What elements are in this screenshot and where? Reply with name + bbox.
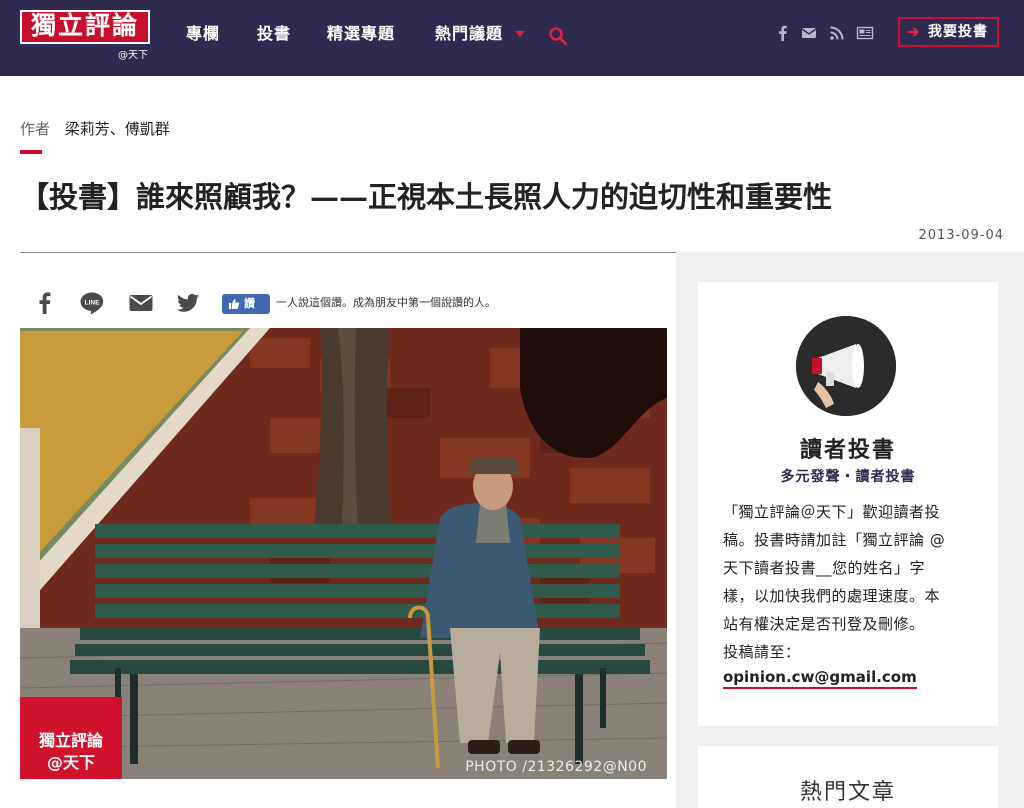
submit-article-label: 我要投書 [928, 24, 988, 40]
card-line: 樣，以加快我們的處理速度。本 [723, 587, 941, 605]
facebook-like-button[interactable]: 讚 [222, 294, 270, 314]
card-line: 站有權決定是否刊登及刪修。 [723, 615, 925, 633]
author-label: 作者 [20, 120, 51, 138]
nav-item-columns[interactable]: 專欄 [186, 22, 220, 46]
rss-icon[interactable] [828, 24, 846, 42]
nav-item-featured-topics[interactable]: 精選專題 [327, 22, 395, 46]
site-logo[interactable]: 獨立評論 @天下 [20, 10, 152, 61]
watermark-line-1: 獨立評論 [38, 731, 103, 750]
author-row: 作者 梁莉芳、傅凱群 [20, 118, 170, 140]
reader-submission-card: 讀者投書 多元發聲・讀者投書 「獨立評論＠天下」歡迎讀者投 稿。投書時請加註「獨… [698, 282, 998, 726]
nav-item-submissions[interactable]: 投書 [257, 22, 291, 46]
author-accent-bar [20, 150, 42, 154]
card-line: 投稿請至： [723, 643, 801, 661]
card-line: 天下讀者投書__您的姓名」字 [723, 559, 926, 577]
dropdown-caret-icon[interactable] [515, 31, 525, 37]
article-title: 【投書】誰來照顧我？——正視本土長照人力的迫切性和重要性 [20, 180, 833, 214]
thumbs-up-icon [229, 299, 240, 309]
megaphone-icon [796, 316, 896, 416]
popular-articles-title: 熱門文章 [799, 780, 896, 805]
card-body: 「獨立評論＠天下」歡迎讀者投 稿。投書時請加註「獨立評論 @ 天下讀者投書__您… [723, 498, 973, 666]
like-label: 讚 [244, 297, 255, 310]
card-title: 讀者投書 [799, 437, 896, 463]
share-twitter-icon[interactable] [175, 290, 201, 316]
share-facebook-icon[interactable] [32, 290, 58, 316]
submit-article-button[interactable]: 我要投書 [898, 17, 999, 47]
logo-subtitle: @天下 [118, 50, 148, 61]
search-icon[interactable] [548, 26, 568, 46]
newspaper-icon[interactable] [856, 24, 874, 42]
mail-icon[interactable] [800, 24, 818, 42]
watermark-badge: 獨立評論 @天下 [20, 697, 122, 779]
like-count-text: 一人說這個讚。成為朋友中第一個說讚的人。 [276, 296, 496, 309]
share-mail-icon[interactable] [128, 290, 154, 316]
card-subtitle: 多元發聲・讀者投書 [780, 469, 916, 485]
popular-articles-card: 熱門文章 [698, 746, 998, 808]
share-line-icon[interactable]: LINE [79, 290, 105, 316]
submission-email-link[interactable]: opinion.cw@gmail.com [723, 668, 917, 689]
arrow-right-icon [908, 27, 919, 37]
nav-item-hot-topics[interactable]: 熱門議題 [435, 22, 503, 46]
svg-text:LINE: LINE [85, 300, 100, 307]
watermark-line-2: @天下 [46, 753, 95, 772]
hero-image: 獨立評論 @天下 PHOTO /21326292@N00 [20, 328, 667, 779]
author-name[interactable]: 梁莉芳、傅凱群 [65, 120, 170, 138]
card-line: 稿。投書時請加註「獨立評論 @ [723, 531, 946, 549]
logo-text: 獨立評論 [30, 11, 139, 40]
megaphone-avatar [796, 316, 896, 416]
card-line: 「獨立評論＠天下」歡迎讀者投 [723, 503, 941, 521]
top-navigation-bar: 獨立評論 @天下 專欄 投書 精選專題 熱門議題 我要投書 [0, 0, 1024, 76]
photo-credit: PHOTO /21326292@N00 [465, 759, 647, 775]
facebook-icon[interactable] [774, 24, 792, 42]
publish-date: 2013-09-04 [918, 228, 1004, 243]
